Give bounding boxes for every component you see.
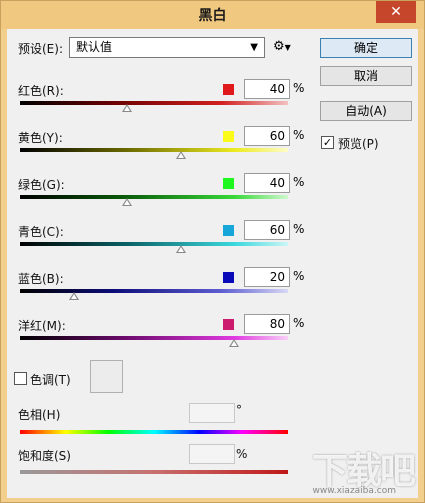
preset-value: 默认值 (76, 40, 113, 54)
slider-color-swatch (223, 225, 234, 236)
slider-color-swatch (223, 319, 234, 330)
cancel-button[interactable]: 取消 (320, 66, 412, 86)
dialog-body: 预设(E): 默认值 ▼ ⚙▼ 确定 取消 自动(A) ✓ 预览(P) 红色(R… (7, 29, 418, 498)
preset-options-button[interactable]: ⚙▼ (273, 39, 291, 54)
slider-thumb[interactable] (68, 292, 79, 300)
slider-track[interactable] (20, 195, 288, 199)
slider-label: 洋红(M): (18, 319, 66, 333)
title-bar[interactable]: 黑白 ✕ (1, 1, 424, 29)
slider-unit: % (293, 269, 305, 283)
slider-track[interactable] (20, 242, 288, 246)
slider-track[interactable] (20, 101, 288, 105)
close-button[interactable]: ✕ (376, 1, 416, 23)
slider-label: 青色(C): (18, 225, 64, 239)
slider-color-swatch (223, 131, 234, 142)
slider-label: 黄色(Y): (18, 131, 63, 145)
slider-track[interactable] (20, 148, 288, 152)
auto-button[interactable]: 自动(A) (320, 101, 412, 121)
preset-dropdown[interactable]: 默认值 ▼ (69, 37, 265, 58)
black-white-dialog: 黑白 ✕ 预设(E): 默认值 ▼ ⚙▼ 确定 取消 自动(A) ✓ 预览(P)… (0, 0, 425, 503)
slider-unit: % (293, 175, 305, 189)
slider-track[interactable] (20, 336, 288, 340)
slider-unit: % (293, 316, 305, 330)
slider-thumb[interactable] (175, 151, 186, 159)
slider-value-input[interactable]: 20 (244, 267, 290, 287)
slider-label: 蓝色(B): (18, 272, 64, 286)
slider-color-swatch (223, 178, 234, 189)
slider-thumb[interactable] (122, 104, 133, 112)
hue-label: 色相(H) (18, 408, 61, 422)
chevron-down-icon: ▼ (284, 43, 291, 52)
saturation-slider-track[interactable] (20, 470, 288, 474)
tint-checkbox[interactable] (14, 372, 27, 385)
saturation-label: 饱和度(S) (18, 449, 71, 463)
preset-label: 预设(E): (18, 42, 63, 56)
slider-unit: % (293, 81, 305, 95)
slider-track[interactable] (20, 289, 288, 293)
slider-value-input[interactable]: 40 (244, 79, 290, 99)
slider-color-swatch (223, 272, 234, 283)
hue-input[interactable] (189, 403, 235, 423)
ok-button[interactable]: 确定 (320, 38, 412, 58)
slider-thumb[interactable] (229, 339, 240, 347)
slider-label: 红色(R): (18, 84, 64, 98)
slider-value-input[interactable]: 80 (244, 314, 290, 334)
preview-label: 预览(P) (338, 137, 379, 151)
slider-thumb[interactable] (175, 245, 186, 253)
hue-unit: ° (236, 403, 242, 417)
slider-label: 绿色(G): (18, 178, 65, 192)
saturation-input[interactable] (189, 444, 235, 464)
saturation-unit: % (236, 447, 248, 461)
slider-unit: % (293, 222, 305, 236)
tint-label: 色调(T) (30, 373, 71, 387)
watermark-url: www.xiazaiba.com (312, 486, 396, 496)
slider-value-input[interactable]: 60 (244, 126, 290, 146)
slider-thumb[interactable] (122, 198, 133, 206)
tint-color-swatch[interactable] (90, 360, 123, 393)
preview-checkbox[interactable]: ✓ (321, 136, 334, 149)
slider-color-swatch (223, 84, 234, 95)
slider-unit: % (293, 128, 305, 142)
hue-slider-track[interactable] (20, 430, 288, 434)
chevron-down-icon: ▼ (250, 42, 258, 53)
slider-value-input[interactable]: 40 (244, 173, 290, 193)
gear-icon: ⚙ (273, 39, 285, 54)
slider-value-input[interactable]: 60 (244, 220, 290, 240)
window-title: 黑白 (198, 8, 227, 24)
